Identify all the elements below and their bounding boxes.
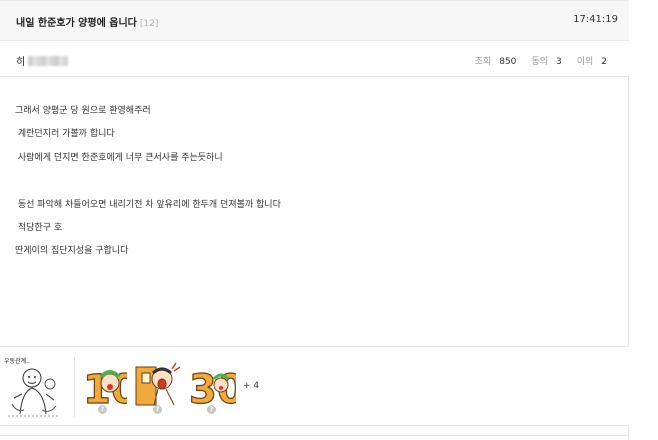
body-line: 딴게이의 집단지성을 구합니다: [15, 246, 129, 256]
author-name-blurred: [28, 55, 69, 66]
body-line: 동선 파악해 차들어오면 내리기전 차 앞유리에 한두개 던져볼까 합니다: [15, 200, 281, 210]
disagree-stat: 이의 2: [576, 57, 607, 67]
post-title: 내일 한준호가 양평에 옵니다 [12]: [16, 14, 158, 29]
comment-count[interactable]: [12]: [140, 19, 158, 29]
views-stat: 조회 850: [474, 57, 517, 67]
help-icon[interactable]: ?: [98, 405, 107, 414]
sticker-30[interactable]: 30: [188, 359, 245, 413]
divider: [0, 435, 629, 436]
sticker-caption: 우동관계..: [4, 357, 30, 365]
post-header: 내일 한준호가 양평에 옵니다 [12] 17:41:19: [0, 0, 629, 41]
sticker-screaming[interactable]: [134, 359, 182, 409]
help-icon[interactable]: ?: [207, 405, 216, 414]
post-time: 17:41:19: [573, 14, 618, 25]
post-stats: 조회 850 동의 3 이의 2: [475, 54, 607, 67]
agree-stat: 동의 3: [531, 57, 562, 67]
author-name: 히: [16, 57, 26, 68]
body-line: 사람에게 던지면 한준호에게 너무 큰서사를 주는듯하니: [15, 153, 223, 163]
sticker-panel: 우동관계.. 10 ?: [0, 346, 629, 426]
post-title-text: 내일 한준호가 양평에 옵니다: [16, 18, 137, 29]
sticker-divider: [74, 357, 75, 417]
body-line: 그래서 양평군 당 원으로 환영해주러: [15, 106, 151, 116]
sticker-30-text: 30: [189, 367, 236, 409]
sticker-10[interactable]: 10: [79, 359, 139, 413]
post-view: 내일 한준호가 양평에 옵니다 [12] 17:41:19 히 조회 850 동의 3…: [0, 0, 629, 440]
body-line: 적당한구 호: [15, 223, 63, 233]
post-meta: 히 조회 850 동의 3 이의 2: [0, 41, 629, 77]
help-icon[interactable]: ?: [153, 405, 162, 414]
author[interactable]: 히: [16, 53, 69, 68]
more-stickers-count[interactable]: + 4: [243, 381, 259, 391]
sticker-sketch[interactable]: 우동관계..: [2, 354, 64, 420]
body-line: 계란던지러 가볼까 합니다: [15, 129, 115, 139]
